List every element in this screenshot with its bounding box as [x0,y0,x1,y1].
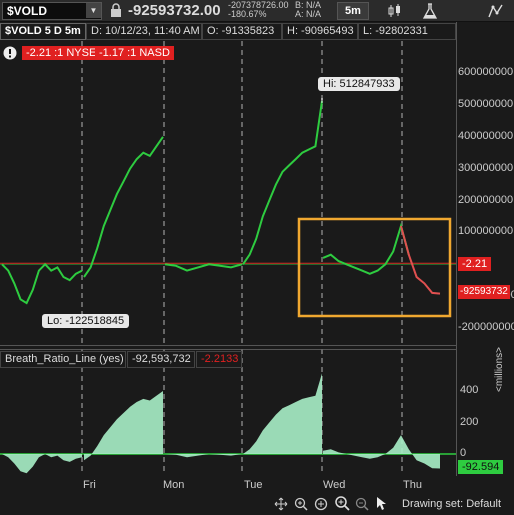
header-open: O: -91335823 [202,23,282,40]
header-high: H: -90965493 [282,23,358,40]
vold-line-thu [400,225,441,295]
study-last-badge: -92.594 [458,460,504,474]
lo-label: Lo: -122518845 [42,314,130,328]
x-label-mon: Mon [163,479,185,491]
bid-ask: B: N/A A: N/A [295,1,321,19]
chart-title: $VOLD 5 D 5m [0,23,86,40]
nyse-ratio-badge: -2.21 :1 NYSE [22,46,101,60]
study-area [2,454,82,474]
pan-icon[interactable] [274,497,288,511]
y-tick-label: 400000000 [458,129,514,142]
y-tick-label: -200000000 [458,321,514,333]
study-ratio: -2.2133 [196,351,242,368]
timeframe-button[interactable]: 5m [337,2,369,20]
symbol-dropdown-icon[interactable]: ▼ [86,3,101,18]
y-tick-label: 300000000 [458,161,514,174]
study-y-tick: 200 [460,415,479,428]
net-change: -207378726.00 -180.67% [228,1,289,19]
y-tick-label: 100000000 [458,225,514,238]
cursor-icon[interactable] [376,496,388,511]
chart-style-icon[interactable] [385,2,405,20]
x-label-tue: Tue [244,479,263,491]
nasd-ratio-badge: -1.17 :1 NASD [95,46,174,60]
exclamation-icon[interactable] [3,46,17,60]
last-price-badge: -92593732 [458,285,510,299]
lock-icon[interactable] [110,3,122,18]
zoom-in-icon[interactable] [294,497,308,511]
vold-line-session [83,136,164,278]
right-price-axis[interactable] [456,22,514,476]
study-y-tick: 400 [460,384,479,396]
pct-change-value: -180.67% [228,9,267,19]
flask-icon[interactable] [420,2,440,20]
header-low: L: -92802331 [358,23,456,40]
vold-line-wed [322,222,410,275]
vold-line-session [164,263,243,272]
x-label-thu: Thu [403,479,422,491]
study-area [323,435,440,469]
y-tick-label: 500000000 [458,97,514,110]
ask-value: A: N/A [295,9,322,19]
header-date: D: 10/12/23, 11:40 AM [86,23,202,40]
y-tick-label: 600000000 [458,66,514,78]
study-name: Breath_Ratio_Line (yes) [0,351,126,368]
zoom-out-icon[interactable] [355,497,369,511]
study-area [84,391,163,461]
x-label-wed: Wed [323,479,346,491]
last-price: -92593732.00 [128,2,221,19]
zoom-fit-icon[interactable] [314,497,328,511]
zoom-center-icon[interactable] [334,495,350,511]
vold-line-session [1,262,83,305]
drawing-set-label[interactable]: Drawing set: Default [402,498,501,510]
y-tick-label: 200000000 [458,193,514,206]
hi-label: Hi: 512847933 [318,77,400,91]
x-label-fri: Fri [83,479,96,491]
study-value: -92,593,732 [127,351,195,368]
study-area [243,373,322,454]
study-area [165,454,242,458]
ratio-badge: -2.21 [458,257,492,271]
drawing-tools-icon[interactable] [486,2,506,20]
study-y-tick: 0 [460,447,467,459]
vold-line-session [242,100,323,265]
study-unit-label: <millions> [494,346,505,392]
